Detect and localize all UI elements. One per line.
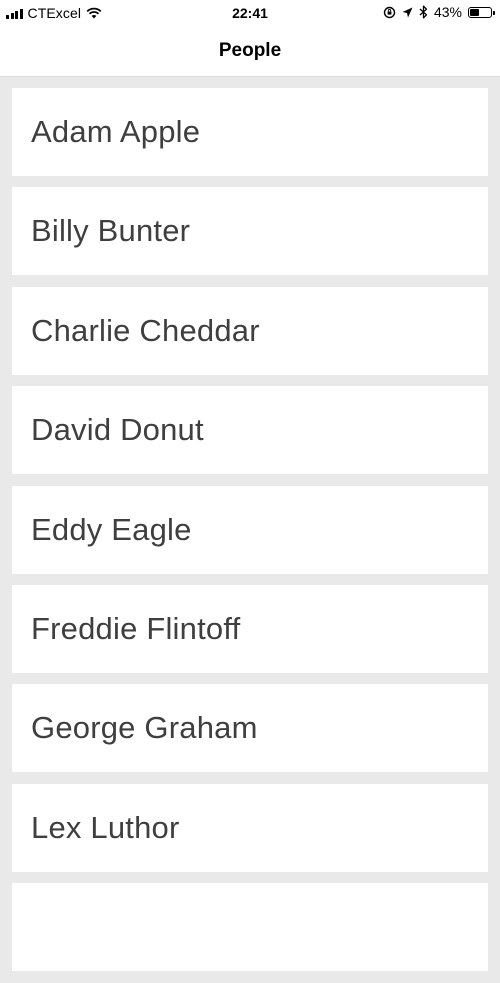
list-item[interactable]: Adam Apple xyxy=(12,88,488,176)
list-item[interactable]: George Graham xyxy=(12,684,488,773)
status-right: 43% xyxy=(383,4,495,20)
person-name: Eddy Eagle xyxy=(31,511,192,547)
bluetooth-icon xyxy=(419,5,428,19)
people-list: Adam Apple Billy Bunter Charlie Cheddar … xyxy=(12,88,488,983)
battery-percent: 43% xyxy=(433,4,462,20)
top-bar: CTExcel 22:41 43% People xyxy=(0,0,500,77)
orientation-lock-icon xyxy=(383,6,396,18)
list-item[interactable]: Billy Bunter xyxy=(12,187,488,276)
person-name: Charlie Cheddar xyxy=(31,312,260,348)
battery-icon xyxy=(468,6,495,18)
battery-level-fill xyxy=(470,8,479,16)
list-item[interactable]: Charlie Cheddar xyxy=(12,286,488,375)
list-item[interactable] xyxy=(12,883,488,972)
list-item[interactable]: Eddy Eagle xyxy=(12,485,488,574)
list-item[interactable]: Lex Luthor xyxy=(12,783,488,872)
person-name: Adam Apple xyxy=(31,114,201,149)
battery-tip xyxy=(493,10,495,15)
status-bar: CTExcel 22:41 43% xyxy=(0,0,500,26)
person-name: Lex Luthor xyxy=(31,809,180,845)
list-item[interactable]: Freddie Flintoff xyxy=(12,584,488,673)
page-title: People xyxy=(218,40,282,61)
location-icon xyxy=(402,7,413,17)
person-name: David Donut xyxy=(31,412,204,448)
person-name: Billy Bunter xyxy=(31,213,191,249)
list-item[interactable]: David Donut xyxy=(12,386,488,475)
person-name: George Graham xyxy=(31,710,258,746)
person-name: Freddie Flintoff xyxy=(31,610,241,646)
